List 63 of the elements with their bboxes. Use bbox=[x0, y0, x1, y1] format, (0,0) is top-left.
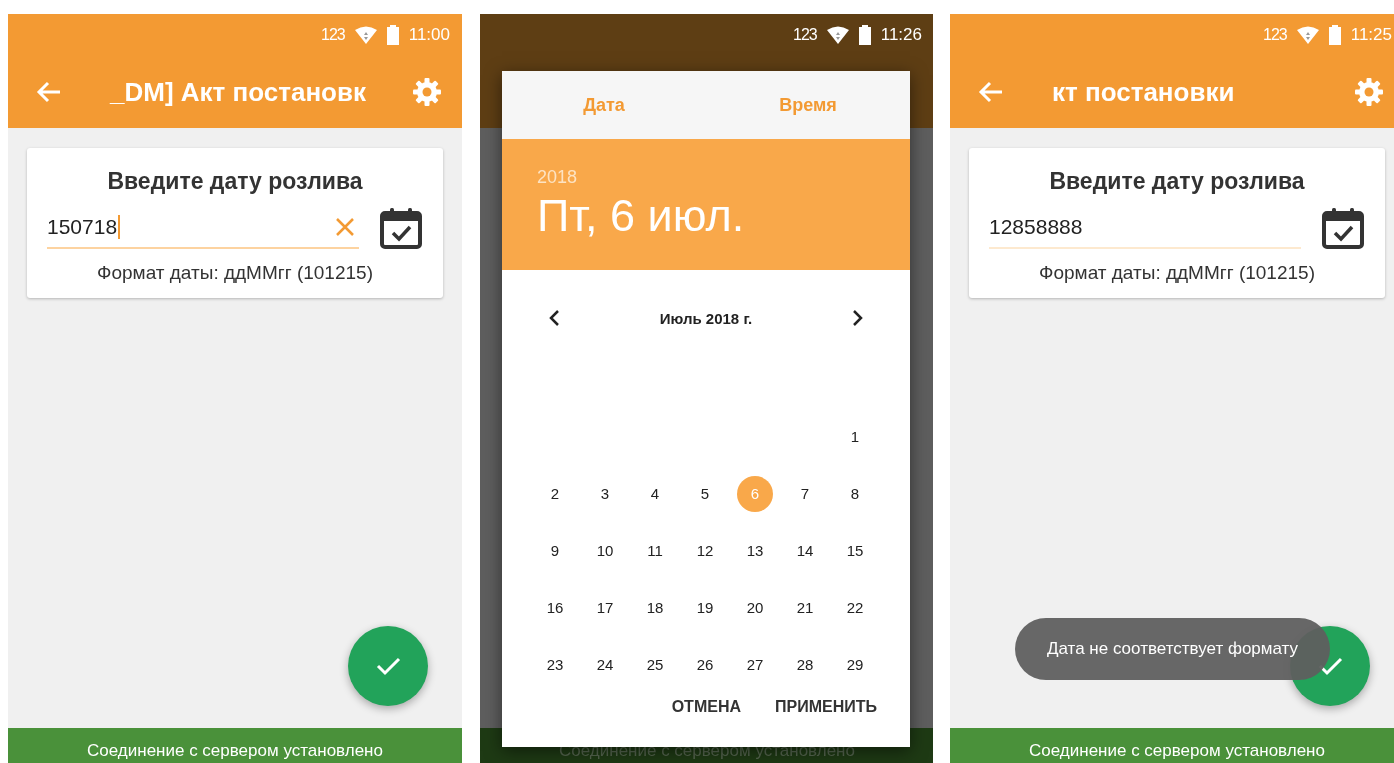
calendar-day[interactable]: 14 bbox=[787, 532, 823, 569]
calendar-day[interactable]: 11 bbox=[637, 532, 673, 569]
calendar-day[interactable]: 29 bbox=[837, 646, 873, 672]
date-input-field[interactable]: 12858888 bbox=[989, 207, 1301, 249]
month-label: Июль 2018 г. bbox=[658, 309, 754, 327]
calendar-icon[interactable] bbox=[1321, 206, 1365, 250]
settings-icon[interactable] bbox=[412, 77, 442, 107]
card-title: Введите дату розлива bbox=[106, 167, 364, 196]
input-mode-indicator: 123 bbox=[1263, 26, 1287, 44]
calendar-day[interactable]: 19 bbox=[687, 589, 723, 626]
calendar-day[interactable]: 8 bbox=[837, 475, 873, 512]
clear-icon[interactable] bbox=[335, 217, 355, 237]
dialog-button[interactable]: ОТМЕНА bbox=[671, 690, 741, 724]
calendar-day[interactable]: 24 bbox=[587, 646, 623, 672]
confirm-button[interactable] bbox=[348, 626, 428, 706]
connection-status-bar: Соединение с сервером установлено bbox=[950, 728, 1394, 763]
calendar-day[interactable]: 17 bbox=[587, 589, 623, 626]
toast-message: Дата не соответствует формату bbox=[1015, 618, 1331, 680]
clock: 11:25 bbox=[1350, 25, 1392, 45]
clock: 11:26 bbox=[880, 25, 922, 45]
calendar-day[interactable]: 2 bbox=[537, 475, 573, 512]
calendar-day[interactable]: 4 bbox=[637, 475, 673, 512]
calendar-day[interactable]: 12 bbox=[687, 532, 723, 569]
calendar-day[interactable]: 23 bbox=[537, 646, 573, 672]
wifi-icon bbox=[826, 26, 849, 44]
back-arrow-icon[interactable] bbox=[36, 79, 62, 105]
settings-icon[interactable] bbox=[1354, 77, 1384, 107]
date-input-field[interactable]: 150718 bbox=[47, 207, 359, 249]
screen-title: _DM] Акт постановк bbox=[110, 76, 367, 108]
input-mode-indicator: 123 bbox=[321, 26, 345, 44]
card-title: Введите дату розлива bbox=[1048, 167, 1306, 196]
date-format-hint: Формат даты: ддММгг (101215) bbox=[96, 262, 374, 284]
calendar-day[interactable]: 9 bbox=[537, 532, 573, 569]
back-arrow-icon[interactable] bbox=[978, 79, 1004, 105]
calendar-day[interactable]: 21 bbox=[787, 589, 823, 626]
calendar-day[interactable]: 5 bbox=[687, 475, 723, 512]
selected-date: Пт, 6 июл. bbox=[537, 190, 746, 242]
calendar-day[interactable]: 22 bbox=[837, 589, 873, 626]
dialog-button[interactable]: ПРИМЕНИТЬ bbox=[775, 690, 877, 724]
calendar-day[interactable]: 7 bbox=[787, 475, 823, 512]
battery-icon bbox=[386, 25, 399, 45]
clock: 11:00 bbox=[408, 25, 450, 45]
calendar-day[interactable]: 25 bbox=[637, 646, 673, 672]
calendar-day[interactable]: 15 bbox=[837, 532, 873, 569]
calendar-day[interactable]: 20 bbox=[737, 589, 773, 626]
calendar-day[interactable]: 28 bbox=[787, 646, 823, 672]
calendar-day[interactable]: 27 bbox=[737, 646, 773, 672]
calendar-day[interactable]: 18 bbox=[637, 589, 673, 626]
calendar-day[interactable]: 26 bbox=[687, 646, 723, 672]
wifi-icon bbox=[1296, 26, 1319, 44]
calendar-icon[interactable] bbox=[379, 206, 423, 250]
wifi-icon bbox=[354, 26, 377, 44]
calendar-day[interactable]: 10 bbox=[587, 532, 623, 569]
calendar-day[interactable]: 16 bbox=[537, 589, 573, 626]
date-format-hint: Формат даты: ддММгг (101215) bbox=[1038, 262, 1316, 284]
calendar-day[interactable]: 1 bbox=[837, 418, 873, 455]
screen-title: кт постановки bbox=[1052, 76, 1236, 108]
battery-icon bbox=[1328, 25, 1341, 45]
calendar-day[interactable]: 13 bbox=[737, 532, 773, 569]
battery-icon bbox=[858, 25, 871, 45]
calendar-day[interactable]: 3 bbox=[587, 475, 623, 512]
input-mode-indicator: 123 bbox=[793, 26, 817, 44]
connection-status-bar: Соединение с сервером установлено bbox=[8, 728, 462, 763]
